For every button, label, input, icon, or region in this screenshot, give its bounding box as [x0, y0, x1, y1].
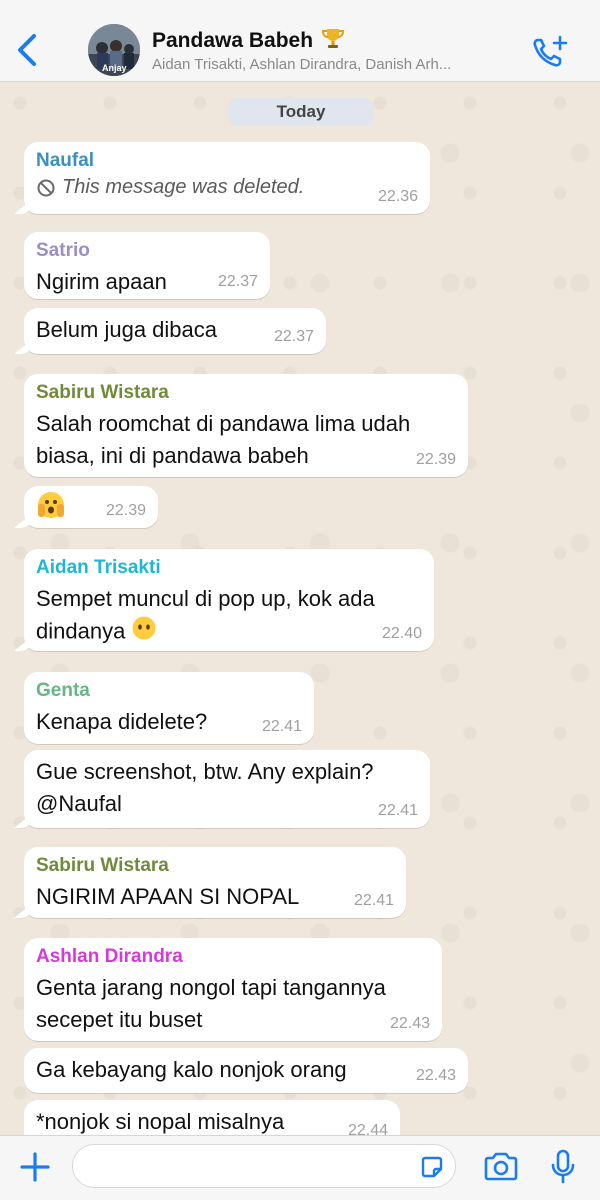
message-time: 22.40: [381, 625, 422, 642]
message-bubble[interactable]: Naufal This message was deleted. 22.36: [24, 142, 430, 214]
message-bubble[interactable]: 22.39: [24, 486, 158, 528]
message-bubble[interactable]: Belum juga dibaca 22.37: [24, 308, 326, 354]
message-text: *nonjok si nopal misalnya: [36, 1109, 285, 1134]
chat-area[interactable]: Today Naufal This message was deleted. 2…: [0, 83, 600, 1135]
group-name: Pandawa Babeh: [152, 29, 314, 52]
message-bubble[interactable]: Genta Kenapa didelete? 22.41: [24, 672, 314, 744]
group-avatar[interactable]: Anjay: [88, 24, 140, 76]
message-sender: Satrio: [36, 240, 90, 261]
add-call-button[interactable]: [530, 34, 570, 70]
message-text: Sempet muncul di pop up, kok ada dindany…: [36, 583, 422, 650]
no-entry-icon: [37, 179, 55, 196]
message-time: 22.41: [377, 802, 418, 819]
group-photo: Anjay: [88, 24, 140, 76]
sticker-icon: [421, 1156, 443, 1178]
message-bubble[interactable]: Sabiru Wistara NGIRIM APAAN SI NOPAL 22.…: [24, 847, 406, 918]
message-sender: Naufal: [36, 150, 95, 171]
microphone-button[interactable]: [548, 1148, 578, 1186]
plus-icon: [20, 1152, 50, 1182]
message-sender: Aidan Trisakti: [36, 557, 161, 578]
message-text: Ga kebayang kalo nonjok orang: [36, 1057, 347, 1082]
attach-button[interactable]: [18, 1150, 52, 1184]
message-bubble[interactable]: Ashlan Dirandra Genta jarang nongol tapi…: [24, 938, 442, 1041]
message-time: 22.39: [415, 451, 456, 468]
phone-add-icon: [533, 35, 568, 67]
message-bubble[interactable]: *nonjok si nopal misalnya 22.44: [24, 1100, 400, 1135]
message-time: 22.39: [105, 502, 146, 519]
message-sender: Sabiru Wistara: [36, 382, 169, 403]
chat-header: Anjay Pandawa Babeh Aidan Trisakti, Ashl…: [0, 0, 600, 82]
message-text: NGIRIM APAAN SI NOPAL: [36, 884, 300, 909]
message-bubble[interactable]: Sabiru Wistara Salah roomchat di pandawa…: [24, 374, 468, 477]
message-input[interactable]: [72, 1144, 456, 1188]
message-time: 22.41: [261, 718, 302, 735]
trophy-icon: [321, 26, 345, 56]
message-input-bar: [0, 1135, 600, 1200]
message-time: 22.37: [273, 328, 314, 345]
chevron-left-icon: [18, 34, 36, 66]
message-time: 22.43: [415, 1067, 456, 1084]
message-time: 22.43: [389, 1015, 430, 1032]
date-separator: Today: [228, 98, 374, 126]
deleted-message: This message was deleted.: [36, 176, 418, 199]
message-time: 22.36: [377, 188, 418, 205]
message-bubble[interactable]: Ga kebayang kalo nonjok orang 22.43: [24, 1048, 468, 1093]
message-text: Gue screenshot, btw. Any explain? @Naufa…: [36, 759, 374, 816]
chat-participants[interactable]: Aidan Trisakti, Ashlan Dirandra, Danish …: [152, 56, 524, 73]
message-text: Salah roomchat di pandawa lima udah bias…: [36, 411, 411, 468]
message-time: 22.41: [353, 892, 394, 909]
message-time: 22.44: [347, 1122, 388, 1135]
message-bubble[interactable]: Aidan Trisakti Sempet muncul di pop up, …: [24, 549, 434, 651]
message-sender: Ashlan Dirandra: [36, 946, 183, 967]
face-no-mouth-icon: [131, 615, 157, 650]
chat-title[interactable]: Pandawa Babeh: [152, 26, 345, 56]
message-text: Belum juga dibaca: [36, 317, 218, 342]
message-bubble[interactable]: Satrio Ngirim apaan 22.37: [24, 232, 270, 299]
message-text-content: Sempet muncul di pop up, kok ada dindany…: [36, 586, 375, 644]
message-sender: Genta: [36, 680, 90, 701]
face-peeking-icon: [36, 490, 66, 525]
deleted-text: This message was deleted.: [62, 176, 305, 198]
message-time: 22.37: [217, 273, 258, 290]
avatar-caption: Anjay: [102, 63, 127, 73]
message-sender: Sabiru Wistara: [36, 855, 169, 876]
camera-button[interactable]: [482, 1150, 520, 1184]
back-button[interactable]: [14, 30, 44, 70]
microphone-icon: [551, 1149, 575, 1184]
message-text: Genta jarang nongol tapi tangannya secep…: [36, 975, 386, 1032]
camera-icon: [484, 1152, 518, 1181]
message-bubble[interactable]: Gue screenshot, btw. Any explain? @Naufa…: [24, 750, 430, 828]
sticker-button[interactable]: [419, 1154, 445, 1180]
